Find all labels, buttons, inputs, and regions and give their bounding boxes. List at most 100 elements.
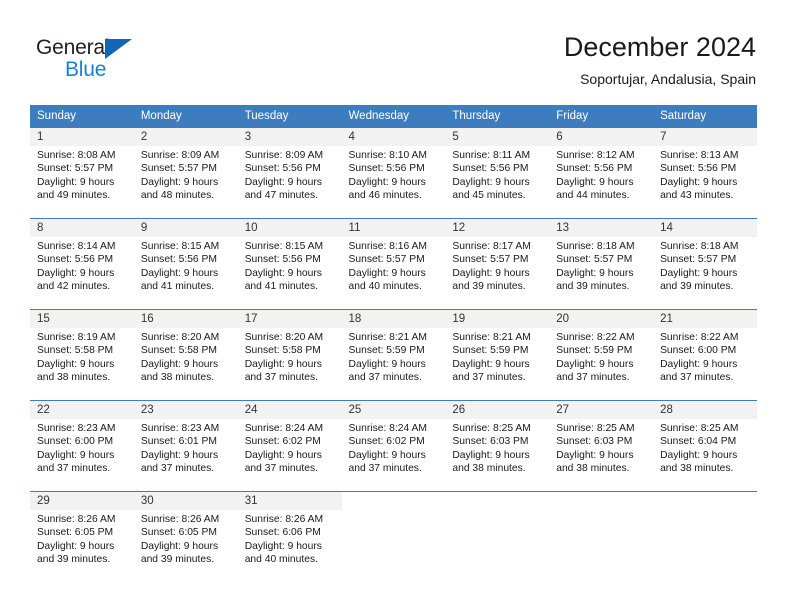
day-details: Sunrise: 8:11 AM Sunset: 5:56 PM Daylight:… <box>445 146 549 202</box>
calendar-day-cell[interactable]: 28 Sunrise: 8:25 AM Sunset: 6:04 PM Dayligh… <box>653 400 757 492</box>
daylight-text-line2: and 39 minutes. <box>140 553 215 565</box>
day-cell-inner <box>653 492 757 582</box>
day-number: 22 <box>30 401 134 419</box>
daylight-text-line2: and 39 minutes. <box>556 280 630 292</box>
sunrise-text: Sunrise: 8:25 AM <box>556 423 635 434</box>
calendar-day-cell[interactable]: 10 Sunrise: 8:15 AM Sunset: 5:56 PM Dayligh… <box>237 218 342 310</box>
calendar-day-cell[interactable]: 30 Sunrise: 8:26 AM Sunset: 6:05 PM Dayligh… <box>133 491 238 582</box>
calendar-day-cell[interactable]: 2 Sunrise: 8:09 AM Sunset: 5:57 PM Daylight… <box>133 127 238 219</box>
daylight-text-line1: Daylight: 9 hours <box>37 176 115 188</box>
day-number: 26 <box>445 401 550 419</box>
sunrise-text: Sunrise: 8:26 AM <box>37 514 116 525</box>
sunset-text: Sunset: 5:57 PM <box>556 254 633 266</box>
day-number: 7 <box>653 128 757 146</box>
day-details: Sunrise: 8:26 AM Sunset: 6:06 PM Daylight:… <box>238 510 342 566</box>
day-details: Sunrise: 8:23 AM Sunset: 6:01 PM Daylight:… <box>134 419 238 475</box>
daylight-text-line2: and 37 minutes. <box>452 371 526 383</box>
sunset-text: Sunset: 5:59 PM <box>556 345 633 357</box>
sunrise-text: Sunrise: 8:11 AM <box>452 150 531 161</box>
sunrise-text: Sunrise: 8:22 AM <box>556 332 635 343</box>
calendar-day-cell[interactable]: 29 Sunrise: 8:26 AM Sunset: 6:05 PM Dayligh… <box>30 491 134 582</box>
daylight-text-line2: and 37 minutes. <box>556 371 630 383</box>
day-details: Sunrise: 8:22 AM Sunset: 5:59 PM Daylight:… <box>549 328 653 384</box>
calendar-day-cell[interactable]: 14 Sunrise: 8:18 AM Sunset: 5:57 PM Dayligh… <box>653 218 757 310</box>
day-details: Sunrise: 8:24 AM Sunset: 6:02 PM Daylight:… <box>342 419 446 475</box>
calendar-day-cell <box>341 491 446 582</box>
calendar-day-cell[interactable]: 17 Sunrise: 8:20 AM Sunset: 5:58 PM Dayligh… <box>237 309 342 401</box>
daylight-text-line1: Daylight: 9 hours <box>244 267 322 279</box>
day-cell-inner <box>341 492 446 582</box>
day-number: 10 <box>237 219 342 237</box>
calendar-grid: Sunday Monday Tuesday Wednesday Thursday… <box>30 105 757 582</box>
weekday-header-thursday: Thursday <box>445 105 550 128</box>
calendar-day-cell[interactable]: 16 Sunrise: 8:20 AM Sunset: 5:58 PM Dayligh… <box>133 309 238 401</box>
day-cell-inner <box>549 492 654 582</box>
weekday-header-saturday: Saturday <box>653 105 757 128</box>
day-details <box>653 510 757 513</box>
sunrise-text: Sunrise: 8:17 AM <box>452 241 531 252</box>
sunset-text: Sunset: 5:56 PM <box>244 163 321 175</box>
weekday-header-sunday: Sunday <box>30 105 134 128</box>
day-number: 20 <box>549 310 654 328</box>
sunset-text: Sunset: 5:56 PM <box>660 163 737 175</box>
day-details: Sunrise: 8:23 AM Sunset: 6:00 PM Daylight:… <box>30 419 134 475</box>
day-number: 24 <box>237 401 342 419</box>
calendar-day-cell[interactable]: 31 Sunrise: 8:26 AM Sunset: 6:06 PM Dayligh… <box>237 491 342 582</box>
calendar-week-row: 8 Sunrise: 8:14 AM Sunset: 5:56 PM Daylight… <box>30 218 757 310</box>
sunrise-text: Sunrise: 8:26 AM <box>140 514 220 525</box>
day-details: Sunrise: 8:20 AM Sunset: 5:58 PM Daylight:… <box>238 328 342 384</box>
daylight-text-line1: Daylight: 9 hours <box>37 449 115 461</box>
calendar-day-cell[interactable]: 5 Sunrise: 8:11 AM Sunset: 5:56 PM Daylight… <box>445 127 550 219</box>
page-header: General Blue December 2024 Soportujar, A… <box>0 0 792 104</box>
calendar-day-cell[interactable]: 19 Sunrise: 8:21 AM Sunset: 5:59 PM Dayligh… <box>445 309 550 401</box>
day-cell-inner <box>445 492 550 582</box>
sunrise-text: Sunrise: 8:08 AM <box>37 150 116 161</box>
calendar-day-cell[interactable]: 1 Sunrise: 8:08 AM Sunset: 5:57 PM Daylight… <box>30 127 134 219</box>
calendar-day-cell[interactable]: 7 Sunrise: 8:13 AM Sunset: 5:56 PM Daylight… <box>653 127 757 219</box>
daylight-text-line1: Daylight: 9 hours <box>556 449 634 461</box>
calendar-day-cell[interactable]: 24 Sunrise: 8:24 AM Sunset: 6:02 PM Dayligh… <box>237 400 342 492</box>
daylight-text-line1: Daylight: 9 hours <box>660 358 738 370</box>
calendar-day-cell[interactable]: 27 Sunrise: 8:25 AM Sunset: 6:03 PM Dayligh… <box>549 400 654 492</box>
calendar-day-cell[interactable]: 22 Sunrise: 8:23 AM Sunset: 6:00 PM Dayligh… <box>30 400 134 492</box>
calendar-day-cell[interactable]: 15 Sunrise: 8:19 AM Sunset: 5:58 PM Dayligh… <box>30 309 134 401</box>
day-cell-inner: 16 Sunrise: 8:20 AM Sunset: 5:58 PM Dayligh… <box>133 310 238 400</box>
sunset-text: Sunset: 6:04 PM <box>660 436 737 448</box>
daylight-text-line2: and 38 minutes. <box>452 462 526 474</box>
calendar-day-cell[interactable]: 18 Sunrise: 8:21 AM Sunset: 5:59 PM Dayligh… <box>341 309 446 401</box>
daylight-text-line2: and 47 minutes. <box>244 189 318 201</box>
calendar-day-cell[interactable]: 3 Sunrise: 8:09 AM Sunset: 5:56 PM Daylight… <box>237 127 342 219</box>
daylight-text-line1: Daylight: 9 hours <box>556 176 634 188</box>
day-number: 13 <box>549 219 654 237</box>
day-number: 4 <box>341 128 446 146</box>
calendar-day-cell[interactable]: 8 Sunrise: 8:14 AM Sunset: 5:56 PM Daylight… <box>30 218 134 310</box>
brand-logo[interactable]: General Blue <box>36 36 156 82</box>
day-details <box>549 510 653 513</box>
daylight-text-line1: Daylight: 9 hours <box>452 449 530 461</box>
daylight-text-line1: Daylight: 9 hours <box>140 449 219 461</box>
day-cell-inner: 10 Sunrise: 8:15 AM Sunset: 5:56 PM Dayligh… <box>237 219 342 309</box>
day-cell-inner: 31 Sunrise: 8:26 AM Sunset: 6:06 PM Dayligh… <box>237 492 342 582</box>
sunrise-text: Sunrise: 8:15 AM <box>140 241 220 252</box>
day-details: Sunrise: 8:20 AM Sunset: 5:58 PM Daylight:… <box>134 328 238 384</box>
calendar-day-cell[interactable]: 4 Sunrise: 8:10 AM Sunset: 5:56 PM Daylight… <box>341 127 446 219</box>
sunset-text: Sunset: 5:56 PM <box>140 254 217 266</box>
calendar-day-cell[interactable]: 20 Sunrise: 8:22 AM Sunset: 5:59 PM Dayligh… <box>549 309 654 401</box>
calendar-day-cell[interactable]: 9 Sunrise: 8:15 AM Sunset: 5:56 PM Daylight… <box>133 218 238 310</box>
calendar-week-row: 29 Sunrise: 8:26 AM Sunset: 6:05 PM Dayligh… <box>30 491 757 582</box>
calendar-day-cell[interactable]: 12 Sunrise: 8:17 AM Sunset: 5:57 PM Dayligh… <box>445 218 550 310</box>
calendar-day-cell[interactable]: 23 Sunrise: 8:23 AM Sunset: 6:01 PM Dayligh… <box>133 400 238 492</box>
daylight-text-line2: and 48 minutes. <box>140 189 215 201</box>
sunrise-text: Sunrise: 8:25 AM <box>660 423 739 434</box>
calendar-week-row: 22 Sunrise: 8:23 AM Sunset: 6:00 PM Dayligh… <box>30 400 757 492</box>
calendar-day-cell[interactable]: 25 Sunrise: 8:24 AM Sunset: 6:02 PM Dayligh… <box>341 400 446 492</box>
calendar-day-cell[interactable]: 21 Sunrise: 8:22 AM Sunset: 6:00 PM Dayligh… <box>653 309 757 401</box>
sunset-text: Sunset: 5:59 PM <box>452 345 529 357</box>
calendar-day-cell[interactable]: 11 Sunrise: 8:16 AM Sunset: 5:57 PM Dayligh… <box>341 218 446 310</box>
calendar-day-cell[interactable]: 26 Sunrise: 8:25 AM Sunset: 6:03 PM Dayligh… <box>445 400 550 492</box>
sunset-text: Sunset: 5:56 PM <box>348 163 425 175</box>
day-number: 17 <box>237 310 342 328</box>
sunrise-text: Sunrise: 8:23 AM <box>37 423 116 434</box>
calendar-day-cell[interactable]: 13 Sunrise: 8:18 AM Sunset: 5:57 PM Dayligh… <box>549 218 654 310</box>
calendar-day-cell[interactable]: 6 Sunrise: 8:12 AM Sunset: 5:56 PM Daylight… <box>549 127 654 219</box>
